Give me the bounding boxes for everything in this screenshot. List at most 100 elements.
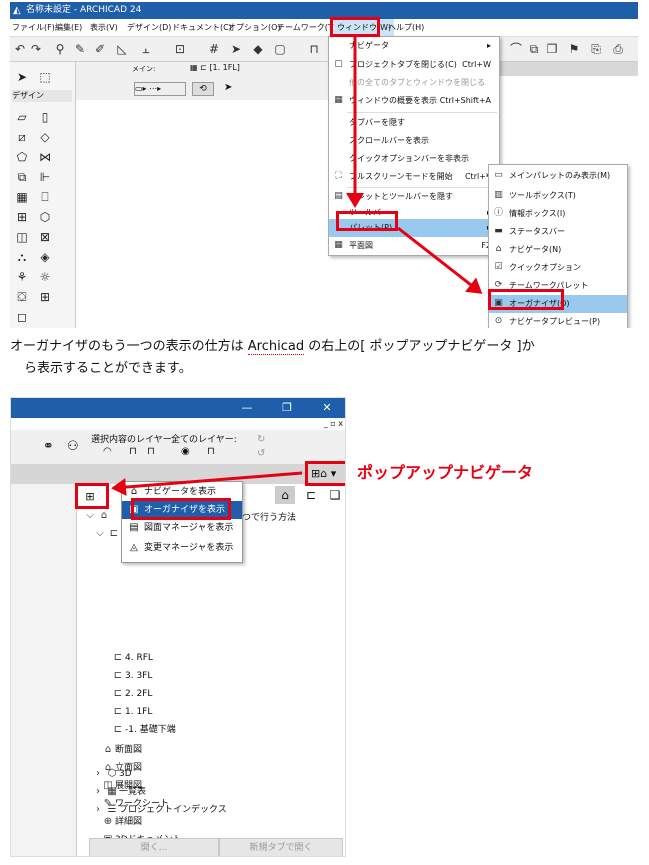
marquee-tool-icon[interactable]: ⬚ <box>38 70 52 84</box>
window-tool-icon[interactable]: ⊞ <box>15 210 29 224</box>
layout-icon[interactable]: ⎘ <box>588 41 604 57</box>
view-map-icon[interactable]: ⊏ <box>301 486 321 504</box>
view-tab[interactable]: ▦ ⊏ [1. 1FL] <box>190 62 240 74</box>
publish-icon[interactable]: ⎙ <box>610 41 626 57</box>
stair-tool-icon[interactable]: ⧉ <box>15 170 29 184</box>
menu-item-navigator-palette[interactable]: ⌂ ナビゲータ(N) <box>489 241 627 259</box>
menu-item-toolbox[interactable]: ▥ ツールボックス(T) <box>489 187 627 205</box>
rotate-icon[interactable]: ⟲ <box>192 82 214 96</box>
beam-tool-icon[interactable]: ⧄ <box>15 130 29 144</box>
tree-stories[interactable]: ⌵ ⊏ <box>93 526 121 542</box>
undo-icon[interactable]: ↶ <box>12 41 28 57</box>
furniture-tool-icon[interactable]: ⛋ <box>15 290 29 304</box>
tree-story-item[interactable]: ⊏ 4. RFL <box>111 650 153 666</box>
opening-tool-icon[interactable]: ◻ <box>15 310 29 324</box>
layout-book-icon[interactable]: ❏ <box>325 486 345 504</box>
menu-item-fullscreen[interactable]: ⛶ フルスクリーンモードを開始 Ctrl+¥ <box>329 168 499 186</box>
zone-tool-icon[interactable]: ◫ <box>15 230 29 244</box>
slab-tool-icon[interactable]: ◇ <box>38 130 52 144</box>
close-icon[interactable]: ✕ <box>307 398 345 418</box>
menu-item-hide-quick-options[interactable]: クイックオプションバーを非表示 <box>329 150 499 168</box>
layer-icon[interactable]: ⚭ <box>43 439 54 454</box>
menu-options[interactable]: オプション(O) <box>228 19 281 36</box>
pick-up-icon[interactable]: ⚲ <box>52 41 68 57</box>
tree-3d[interactable]: › ⬡ 3D <box>91 766 132 782</box>
undo-icon[interactable]: ↺ <box>257 448 265 459</box>
menu-file[interactable]: ファイル(F) <box>12 19 55 36</box>
object-tool-icon[interactable]: ⊠ <box>38 230 52 244</box>
tree-schedules[interactable]: › ▦ 一覧表 <box>91 784 146 800</box>
redo-icon[interactable]: ↻ <box>257 434 265 445</box>
eye-icon[interactable]: ◠ <box>103 446 112 457</box>
wall-tool-icon[interactable]: ▱ <box>15 110 29 124</box>
menu-item-navigator[interactable]: ナビゲータ ▸ <box>329 37 499 55</box>
menu-item-close-others[interactable]: 他の全てのタブとウィンドウを閉じる <box>329 74 499 92</box>
door-tool-icon[interactable]: ⎕ <box>38 190 52 204</box>
menu-item-window-overview[interactable]: ▦ ウィンドウの概要を表示 Ctrl+Shift+A <box>329 92 499 110</box>
open-button[interactable]: 開く... <box>89 838 219 856</box>
menu-view[interactable]: 表示(V) <box>90 19 118 36</box>
curve-icon[interactable]: ⌒ <box>508 41 524 57</box>
menu-item-hide-tabbar[interactable]: タブバーを隠す <box>329 114 499 132</box>
window-list-icon[interactable]: ⧉ <box>526 41 542 57</box>
light-tool-icon[interactable]: ☼ <box>38 270 52 284</box>
menu-item-floor-plan[interactable]: ▦ 平面図 F2 <box>329 237 499 255</box>
tree-sections[interactable]: ⌂ 断面図 <box>101 742 142 758</box>
menu-item-show-change-manager[interactable]: ◬ 変更マネージャを表示 <box>122 539 242 557</box>
shell-tool-icon[interactable]: ⋈ <box>38 150 52 164</box>
gravity-icon[interactable]: ⊡ <box>172 41 188 57</box>
menu-teamwork[interactable]: チームワーク(T) <box>277 19 336 36</box>
eyedropper-icon[interactable]: ✐ <box>92 41 108 57</box>
menu-item-status-bar[interactable]: ▬ ステータスバー <box>489 223 627 241</box>
triangle-ruler-icon[interactable]: ◺ <box>114 41 130 57</box>
layer-visibility-icon[interactable]: ⚇ <box>67 439 79 454</box>
document-window-controls[interactable]: _ ▫ x <box>324 418 343 430</box>
eraser-icon[interactable]: ◆ <box>250 41 266 57</box>
lock-icon[interactable]: ⊓ <box>306 41 322 57</box>
menu-document[interactable]: ドキュメント(C) <box>172 19 232 36</box>
railing-tool-icon[interactable]: ⊩ <box>38 170 52 184</box>
skylight-tool-icon[interactable]: ⬡ <box>38 210 52 224</box>
redo-icon[interactable]: ↷ <box>28 41 44 57</box>
restore-icon[interactable]: ❐ <box>267 398 307 418</box>
tree-project-index[interactable]: › ☰ プロジェクトインデックス <box>91 802 227 818</box>
lock-icon[interactable]: ⊓ <box>207 446 215 457</box>
mesh-tool-icon[interactable]: ⛬ <box>15 250 29 264</box>
menu-help[interactable]: ヘルプ(H) <box>388 19 424 36</box>
tree-story-item[interactable]: ⊏ 1. 1FL <box>111 704 153 720</box>
tree-story-item[interactable]: ⊏ 3. 3FL <box>111 668 153 684</box>
frame-icon[interactable]: ▢ <box>272 41 288 57</box>
column-tool-icon[interactable]: ▯ <box>38 110 52 124</box>
lamp-tool-icon[interactable]: ⚘ <box>15 270 29 284</box>
eye-icon[interactable]: ◉ <box>181 446 190 457</box>
menu-item-show-scrollbar[interactable]: スクロールバーを表示 <box>329 132 499 150</box>
menu-item-navigator-preview[interactable]: ⊙ ナビゲータプレビュー(P) <box>489 313 627 328</box>
grid-tool-icon[interactable]: ⊞ <box>38 290 52 304</box>
lock-icon[interactable]: ⊓ <box>129 446 137 457</box>
project-map-icon[interactable]: ⌂ <box>275 486 295 504</box>
open-new-tab-button[interactable]: 新規タブで開く <box>219 838 343 856</box>
guide-line-icon[interactable]: ⫠ <box>138 41 154 57</box>
cursor-arrow-icon[interactable]: ➤ <box>224 82 238 94</box>
menu-edit[interactable]: 編集(E) <box>55 19 82 36</box>
lock-icon[interactable]: ⊓ <box>147 446 155 457</box>
tree-story-item[interactable]: ⊏ -1. 基礎下端 <box>111 722 176 738</box>
pages-icon[interactable]: ❐ <box>544 41 560 57</box>
arrow-tool-icon[interactable]: ➤ <box>15 70 29 84</box>
minimize-icon[interactable]: — <box>227 398 267 418</box>
morph-tool-icon[interactable]: ◈ <box>38 250 52 264</box>
inject-icon[interactable]: ✎ <box>72 41 88 57</box>
menu-item-quick-options[interactable]: ☑ クイックオプション <box>489 259 627 277</box>
menu-item-show-drawing-manager[interactable]: ▤ 図面マネージャを表示 <box>122 519 242 537</box>
flag-icon[interactable]: ⚑ <box>566 41 582 57</box>
menu-item-main-palette[interactable]: ▭ メインパレットのみ表示(M) <box>489 167 627 185</box>
tree-root[interactable]: ⌵ ⌂ <box>83 508 111 524</box>
menu-item-info-box[interactable]: ⓘ 情報ボックス(I) <box>489 205 627 223</box>
geometry-method-icon[interactable]: ▭▸ ⋯▸ <box>134 82 186 96</box>
menu-design[interactable]: デザイン(D) <box>127 19 171 36</box>
tree-story-item[interactable]: ⊏ 2. 2FL <box>111 686 153 702</box>
roof-tool-icon[interactable]: ⬠ <box>15 150 29 164</box>
menu-item-close-tab[interactable]: ▢ プロジェクトタブを閉じる(C) Ctrl+W <box>329 56 499 74</box>
curtain-wall-tool-icon[interactable]: ▦ <box>15 190 29 204</box>
arrow-icon[interactable]: ➤ <box>228 41 244 57</box>
